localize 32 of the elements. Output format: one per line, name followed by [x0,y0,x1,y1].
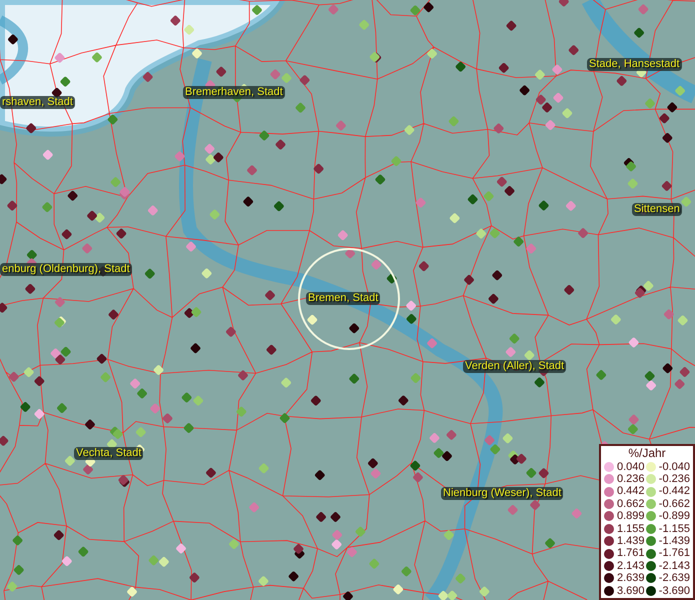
legend-value: 0.899 [617,510,645,523]
legend-value: 1.761 [617,547,645,560]
city-label: Verden (Aller), Stadt [463,360,566,373]
city-label: rshaven, Stadt [0,96,75,109]
city-label: Stade, Hansestadt [587,58,682,71]
city-label: Sittensen [632,203,682,216]
legend-value: -0.662 [658,498,690,510]
legend-value: -1.761 [658,547,690,560]
legend-value: -0.236 [658,472,690,486]
legend-value: -1.439 [658,534,690,548]
legend-value: -3.690 [658,584,690,597]
city-label: Nienburg (Weser), Stadt [441,487,564,500]
legend-value: 0.442 [617,485,645,498]
legend-value: 2.639 [617,572,645,585]
legend-value: -2.639 [658,572,690,585]
legend-value: -0.040 [658,460,690,473]
legend-value: -0.899 [658,510,690,523]
legend-value: 0.662 [617,498,645,510]
legend-value: -2.143 [658,560,690,572]
legend-value: 2.143 [617,560,645,572]
legend-value: 0.040 [617,460,645,473]
city-label: enburg (Oldenburg), Stadt [0,263,132,276]
legend-value: 1.155 [617,522,645,535]
legend-title: %/Jahr [628,446,666,461]
legend-value: 1.439 [617,534,645,548]
legend-value: -1.155 [658,522,690,535]
legend-value: -0.442 [658,485,690,498]
legend-value: 0.236 [617,472,645,486]
city-label: Vechta, Stadt [74,447,144,460]
city-label: Bremerhaven, Stadt [183,86,285,99]
city-label: Bremen, Stadt [306,292,380,305]
legend-value: 3.690 [617,584,645,597]
